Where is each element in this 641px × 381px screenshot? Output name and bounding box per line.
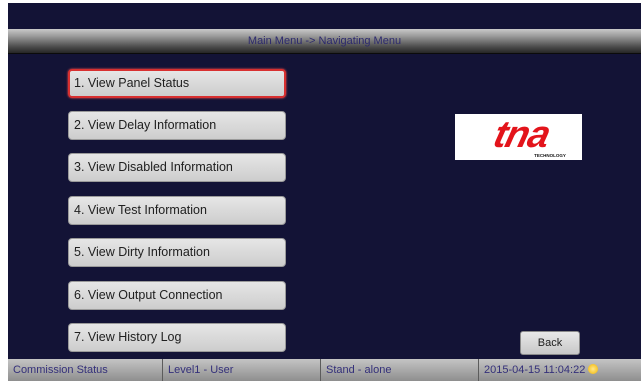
user-level-text: Level1 - User — [168, 364, 234, 376]
date-time-text: 2015-04-15 11:04:22 — [484, 364, 586, 376]
panel-screen: Main Menu -> Navigating Menu 1. View Pan… — [8, 3, 641, 381]
network-mode: Stand - alone — [321, 359, 479, 381]
back-button[interactable]: Back — [520, 331, 580, 355]
tna-logo: tna TECHNOLOGY — [455, 114, 582, 160]
date-time: 2015-04-15 11:04:22 — [479, 359, 641, 381]
back-button-label: Back — [537, 337, 563, 349]
menu-item-label: 2. View Delay Information — [74, 118, 217, 132]
logo-wordmark: tna — [490, 114, 555, 156]
menu-item-label: 1. View Panel Status — [74, 76, 190, 90]
menu-item-label: 6. View Output Connection — [74, 288, 223, 302]
view-output-connection-button[interactable]: 6. View Output Connection — [68, 281, 286, 310]
menu-item-label: 7. View History Log — [74, 330, 182, 344]
page-title-text: Main Menu -> Navigating Menu — [247, 35, 402, 47]
sun-icon — [588, 364, 599, 374]
user-level: Level1 - User — [163, 359, 321, 381]
logo-subtext: TECHNOLOGY — [534, 153, 566, 158]
menu-item-label: 4. View Test Information — [74, 203, 207, 217]
view-delay-information-button[interactable]: 2. View Delay Information — [68, 111, 286, 140]
menu-item-label: 3. View Disabled Information — [74, 160, 233, 174]
tna-logo-graphic: tna TECHNOLOGY — [490, 114, 566, 158]
commission-status[interactable]: Commission Status — [8, 359, 163, 381]
network-mode-text: Stand - alone — [326, 364, 392, 376]
status-bar: Commission Status Level1 - User Stand - … — [8, 359, 641, 381]
view-test-information-button[interactable]: 4. View Test Information — [68, 196, 286, 225]
view-disabled-information-button[interactable]: 3. View Disabled Information — [68, 153, 286, 182]
view-history-log-button[interactable]: 7. View History Log — [68, 323, 286, 352]
view-dirty-information-button[interactable]: 5. View Dirty Information — [68, 238, 286, 267]
menu-item-label: 5. View Dirty Information — [74, 245, 210, 259]
page-title: Main Menu -> Navigating Menu — [8, 29, 641, 54]
view-panel-status-button[interactable]: 1. View Panel Status — [68, 69, 286, 98]
commission-status-text: Commission Status — [13, 364, 108, 376]
